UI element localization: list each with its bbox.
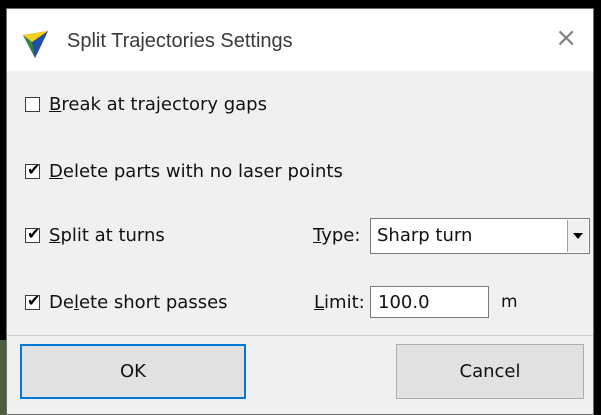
check-mark-icon: ✔ xyxy=(27,160,41,179)
option-delete-short-passes[interactable]: ✔ Delete short passes xyxy=(25,292,228,313)
divider xyxy=(7,335,593,336)
checkbox-split-at-turns[interactable]: ✔ xyxy=(25,224,41,243)
checkbox-break-at-gaps[interactable]: ✔ xyxy=(25,97,40,112)
option-break-at-gaps[interactable]: ✔ Break at trajectory gaps xyxy=(25,94,267,115)
limit-label: Limit: xyxy=(314,292,365,313)
chevron-down-icon[interactable] xyxy=(567,220,588,252)
label-split-at-turns[interactable]: Split at turns xyxy=(49,225,165,246)
label-break-at-gaps[interactable]: Break at trajectory gaps xyxy=(49,94,267,115)
check-mark-icon: ✔ xyxy=(27,291,41,310)
type-label: Type: xyxy=(313,225,361,246)
window-title: Split Trajectories Settings xyxy=(67,30,293,52)
limit-input[interactable] xyxy=(370,286,489,318)
limit-unit: m xyxy=(501,292,518,312)
ok-button[interactable]: OK xyxy=(20,344,246,399)
check-mark-icon: ✔ xyxy=(27,224,41,243)
type-dropdown-value: Sharp turn xyxy=(377,225,473,246)
label-delete-short-passes[interactable]: Delete short passes xyxy=(49,292,228,313)
type-dropdown[interactable]: Sharp turn xyxy=(370,218,590,254)
split-trajectories-dialog: Split Trajectories Settings × ✔ Break at… xyxy=(6,8,594,415)
checkbox-delete-short-passes[interactable]: ✔ xyxy=(25,291,41,310)
option-split-at-turns[interactable]: ✔ Split at turns xyxy=(25,225,165,246)
app-logo-icon xyxy=(23,31,48,58)
close-icon[interactable]: × xyxy=(555,23,577,53)
checkbox-delete-no-laser[interactable]: ✔ xyxy=(25,160,41,179)
title-bar[interactable]: Split Trajectories Settings × xyxy=(7,9,593,71)
cancel-button[interactable]: Cancel xyxy=(396,344,584,399)
dialog-body: ✔ Break at trajectory gaps ✔ Delete part… xyxy=(7,71,593,414)
option-delete-no-laser[interactable]: ✔ Delete parts with no laser points xyxy=(25,161,343,182)
label-delete-no-laser[interactable]: Delete parts with no laser points xyxy=(49,161,343,182)
